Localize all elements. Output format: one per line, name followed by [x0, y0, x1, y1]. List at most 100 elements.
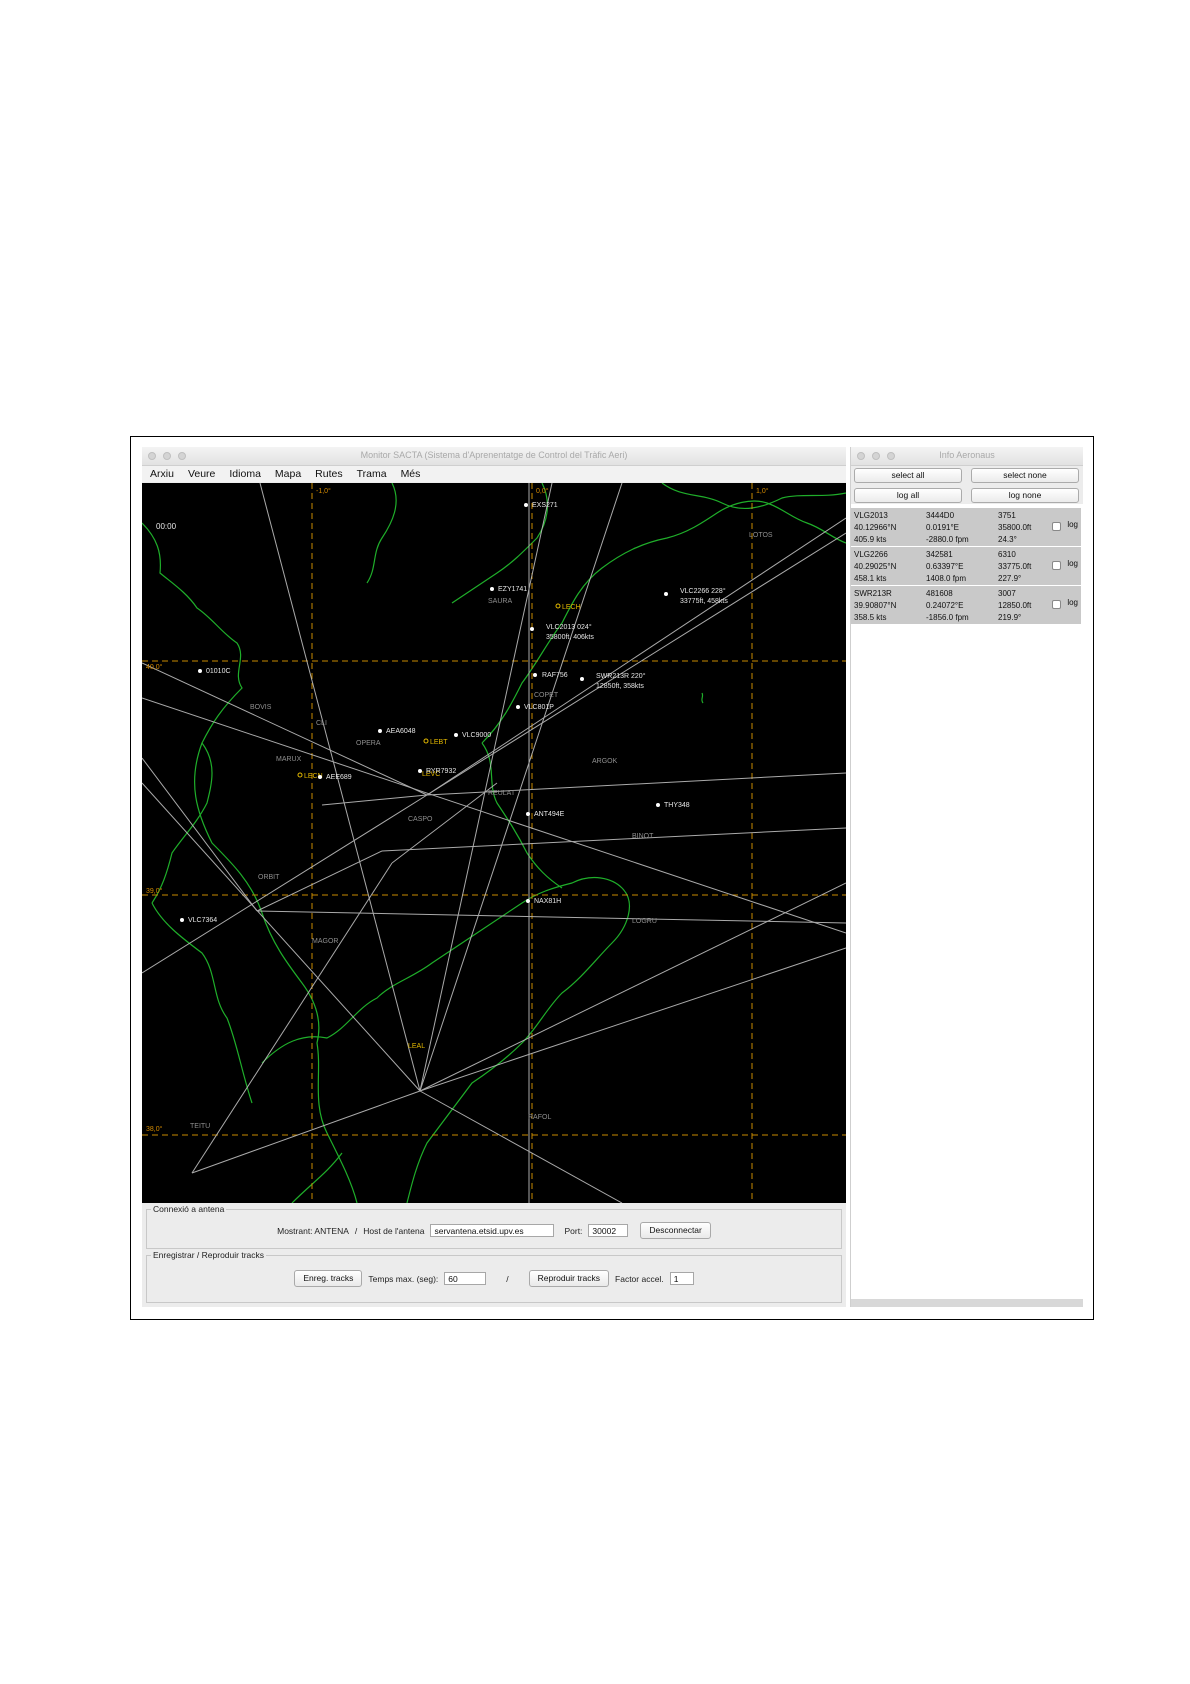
info-longitude: 0.0191°E — [926, 523, 960, 532]
log-checkbox[interactable] — [1052, 522, 1061, 531]
select-none-button[interactable]: select none — [971, 468, 1079, 483]
select-all-button[interactable]: select all — [854, 468, 962, 483]
aircraft-aee689[interactable]: AEE689 — [326, 774, 352, 781]
aircraft-info-card[interactable]: VLG2013 3444D0 3751 40.12966°N 0.0191°E 3580… — [851, 508, 1081, 547]
aircraft-info-list: VLG2013 3444D0 3751 40.12966°N 0.0191°E 3580… — [851, 508, 1081, 625]
aircraft-ryr7932-icon[interactable] — [418, 769, 422, 773]
waypoint-cli: CLI — [316, 720, 327, 727]
grid-label-lon-1: 1,0° — [756, 487, 769, 495]
grid-label-lon-0: 0,0° — [536, 487, 549, 495]
airport-lecn-icon — [297, 772, 303, 778]
info-speed: 358.5 kts — [854, 613, 887, 622]
aircraft-vlc7364-icon[interactable] — [180, 918, 184, 922]
aircraft-ryr7932[interactable]: RYR7932 — [426, 768, 456, 775]
aircraft-vlc9000-icon[interactable] — [454, 733, 458, 737]
tracks-record-title: Enregistrar / Reproduir tracks — [151, 1250, 267, 1260]
waypoint-lotos: LOTOS — [749, 532, 773, 539]
aircraft-ezy1741[interactable]: EZY1741 — [498, 586, 527, 593]
aircraft-swr213r-detail: 12850ft, 358kts — [596, 683, 644, 690]
info-latitude: 39.90807°N — [854, 601, 897, 610]
aircraft-ezy1741-icon[interactable] — [490, 587, 494, 591]
menu-trama[interactable]: Trama — [357, 468, 387, 480]
log-checkbox-label: log — [1067, 520, 1078, 529]
aircraft-vlc2013-icon[interactable] — [530, 627, 534, 631]
airport-lebt: LEBT — [430, 739, 448, 746]
info-squawk: 3751 — [998, 511, 1016, 520]
max-time-label: Temps max. (seg): — [368, 1273, 439, 1284]
log-none-button[interactable]: log none — [971, 488, 1079, 503]
aircraft-swr213r[interactable]: SWR213R 220° — [596, 672, 646, 680]
aircraft-exs271-icon[interactable] — [524, 503, 528, 507]
record-tracks-button[interactable]: Enreg. tracks — [294, 1270, 363, 1287]
max-time-input[interactable]: 60 — [444, 1272, 487, 1285]
disconnect-button[interactable]: Desconnectar — [640, 1222, 711, 1239]
log-checkbox-label: log — [1067, 598, 1078, 607]
info-icao: 342581 — [926, 550, 953, 559]
radar-map[interactable]: -1,0° 0,0° 1,0° 40,0° 39,0° 38,0° 00:00 … — [142, 483, 846, 1203]
log-checkbox[interactable] — [1052, 600, 1061, 609]
antenna-port-input[interactable]: 30002 — [588, 1224, 629, 1237]
aircraft-ant494e[interactable]: ANT494E — [534, 811, 565, 818]
routes-layer — [142, 483, 846, 1203]
aircraft-nax81h[interactable]: NAX81H — [534, 898, 561, 905]
menu-veure[interactable]: Veure — [188, 468, 215, 480]
waypoint-argok: ARGOK — [592, 758, 618, 765]
aircraft-thy348[interactable]: THY348 — [664, 802, 690, 809]
play-tracks-button[interactable]: Reproduir tracks — [528, 1270, 610, 1287]
info-vertical-rate: -2880.0 fpm — [926, 535, 969, 544]
info-icao: 481608 — [926, 589, 953, 598]
connection-separator: / — [354, 1225, 358, 1236]
aircraft-01010c-icon[interactable] — [198, 669, 202, 673]
aircraft-vlc2266[interactable]: VLC2266 228° — [680, 587, 726, 595]
info-callsign: VLG2266 — [854, 550, 888, 559]
aircraft-raf756-icon[interactable] — [533, 673, 537, 677]
airport-leal: LEAL — [408, 1043, 425, 1050]
info-window-scrollbar[interactable] — [851, 1299, 1083, 1307]
antenna-host-label: Host de l'antena — [363, 1225, 425, 1236]
info-window-title: Info Aeronaus — [939, 450, 995, 460]
aircraft-vlc2266-icon[interactable] — [664, 592, 668, 596]
waypoint-orbit: ORBIT — [258, 874, 280, 881]
waypoint-reulat: REULAT — [488, 790, 516, 797]
log-checkbox[interactable] — [1052, 561, 1061, 570]
log-all-button[interactable]: log all — [854, 488, 962, 503]
aircraft-aea6048[interactable]: AEA6048 — [386, 728, 416, 735]
airport-lech: LECH — [562, 604, 581, 611]
antenna-connection-panel: Connexió a antena Mostrant: ANTENA / Hos… — [146, 1204, 842, 1249]
info-heading: 24.3° — [998, 535, 1017, 544]
aircraft-swr213r-icon[interactable] — [580, 677, 584, 681]
waypoint-teitu: TEITU — [190, 1123, 210, 1130]
antenna-connection-title: Connexió a antena — [151, 1204, 227, 1214]
aircraft-thy348-icon[interactable] — [656, 803, 660, 807]
main-titlebar: Monitor SACTA (Sistema d'Aprenentatge de… — [142, 447, 846, 466]
menu-mapa[interactable]: Mapa — [275, 468, 301, 480]
aircraft-exs271[interactable]: EXS271 — [532, 502, 558, 509]
aircraft-vlc801p[interactable]: VLC801P — [524, 704, 554, 711]
airport-lebt-icon — [423, 738, 429, 744]
aircraft-aea6048-icon[interactable] — [378, 729, 382, 733]
aircraft-01010c[interactable]: 01010C — [206, 668, 231, 675]
aircraft-info-card[interactable]: VLG2266 342581 6310 40.29025°N 0.63397°E 337… — [851, 547, 1081, 586]
aircraft-ant494e-icon[interactable] — [526, 812, 530, 816]
main-window-title: Monitor SACTA (Sistema d'Aprenentatge de… — [360, 450, 628, 460]
menu-idioma[interactable]: Idioma — [229, 468, 261, 480]
waypoint-bovis: BOVIS — [250, 704, 272, 711]
menu-mes[interactable]: Més — [401, 468, 421, 480]
waypoint-saura: SAURA — [488, 598, 512, 605]
aircraft-vlc801p-icon[interactable] — [516, 705, 520, 709]
aircraft-info-card[interactable]: SWR213R 481608 3007 39.90807°N 0.24072°E 128… — [851, 586, 1081, 625]
grid-label-lat-38: 38,0° — [146, 1125, 163, 1133]
menu-rutes[interactable]: Rutes — [315, 468, 342, 480]
info-callsign: VLG2013 — [854, 511, 888, 520]
aircraft-layer: EXS271 EZY1741 VLC2266 228° 33775ft, 458… — [180, 502, 728, 924]
aircraft-nax81h-icon[interactable] — [526, 899, 530, 903]
grid-label-lat-39: 39,0° — [146, 887, 163, 895]
aircraft-vlc9000[interactable]: VLC9000 — [462, 732, 491, 739]
accel-factor-input[interactable]: 1 — [669, 1272, 694, 1285]
antenna-host-input[interactable]: servantena.etsid.upv.es — [430, 1224, 555, 1237]
aircraft-vlc7364[interactable]: VLC7364 — [188, 917, 217, 924]
aircraft-vlc2013[interactable]: VLC2013 024° — [546, 623, 592, 631]
aircraft-raf756[interactable]: RAF756 — [542, 672, 568, 679]
aircraft-aee689-icon[interactable] — [318, 775, 322, 779]
menu-arxiu[interactable]: Arxiu — [150, 468, 174, 480]
